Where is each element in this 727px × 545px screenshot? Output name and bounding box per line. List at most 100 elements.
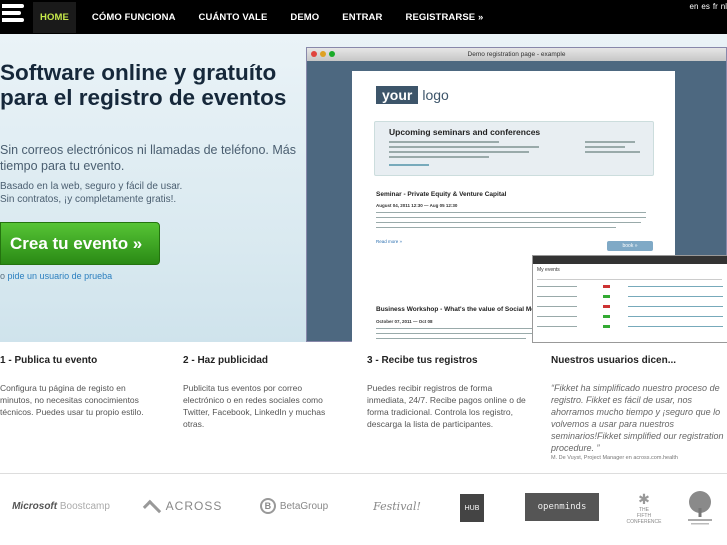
feature-3-title: 3 - Recibe tus registros bbox=[367, 355, 478, 366]
text-line bbox=[389, 146, 539, 148]
microsoft-boostcamp-logo: Microsoft Boostcamp bbox=[6, 486, 116, 526]
nav-how-it-works[interactable]: CÓMO FUNCIONA bbox=[92, 12, 176, 23]
text-line bbox=[537, 316, 577, 317]
text-line bbox=[537, 279, 722, 280]
hub-logo: HUB bbox=[460, 494, 484, 522]
hero-desc-line2: Sin contratos, ¡y completamente gratis!. bbox=[0, 194, 177, 205]
feature-publish: 1 - Publica tu evento Configura tu págin… bbox=[0, 355, 160, 418]
text-line bbox=[537, 326, 577, 327]
text-line bbox=[376, 222, 641, 223]
betagroup-icon: B bbox=[259, 498, 276, 514]
your-label: your bbox=[376, 86, 419, 104]
text-line bbox=[389, 164, 429, 166]
admin-screenshot: My events bbox=[532, 255, 727, 343]
betagroup-logo: B BetaGroup bbox=[254, 486, 334, 526]
logo-label: logo bbox=[422, 87, 449, 103]
demo-window-title: Demo registration page - example bbox=[467, 51, 566, 58]
demo-screenshot: Demo registration page - example your log… bbox=[306, 47, 727, 351]
openminds-text: openminds bbox=[537, 502, 587, 512]
text-line bbox=[389, 151, 529, 153]
nav-login[interactable]: ENTRAR bbox=[342, 12, 382, 23]
lang-en[interactable]: en bbox=[690, 2, 699, 11]
hub-text: HUB bbox=[464, 504, 480, 512]
text-line bbox=[537, 306, 577, 307]
text-line bbox=[376, 328, 536, 329]
feature-2-text: Publicita tus eventos por correo electró… bbox=[183, 383, 326, 429]
upcoming-heading: Upcoming seminars and conferences bbox=[389, 127, 541, 137]
divider bbox=[0, 473, 727, 474]
read-more-link[interactable]: Read more » bbox=[376, 239, 402, 244]
tree-logo bbox=[680, 488, 720, 528]
request-trial-user-link[interactable]: pide un usuario de prueba bbox=[8, 271, 113, 281]
seminar-1-title: Seminar - Private Equity & Venture Capit… bbox=[376, 191, 507, 198]
fikket-logo-icon[interactable] bbox=[2, 4, 24, 28]
text-line bbox=[628, 306, 723, 307]
text-line bbox=[628, 326, 723, 327]
feature-2-title: 2 - Haz publicidad bbox=[183, 355, 269, 366]
lang-es[interactable]: es bbox=[701, 2, 709, 11]
upcoming-box: Upcoming seminars and conferences bbox=[374, 121, 654, 176]
admin-topbar bbox=[533, 256, 727, 264]
nav-register[interactable]: REGISTRARSE » bbox=[405, 12, 483, 23]
demo-window-titlebar: Demo registration page - example bbox=[307, 48, 726, 61]
text-line bbox=[628, 286, 723, 287]
text-line bbox=[376, 333, 536, 334]
status-badge bbox=[603, 315, 610, 318]
fifth-conference-logo: ✱ THE FIFTH CONFERENCE bbox=[624, 490, 664, 526]
trial-prefix: o bbox=[0, 271, 6, 281]
openminds-logo: openminds bbox=[525, 493, 599, 521]
page: HOME CÓMO FUNCIONA CUÁNTO VALE DEMO ENTR… bbox=[0, 0, 727, 545]
betagroup-text: BetaGroup bbox=[279, 500, 329, 512]
figure-icon: ✱ bbox=[638, 491, 650, 507]
create-event-button[interactable]: Crea tu evento » bbox=[0, 222, 160, 265]
lang-fr[interactable]: fr bbox=[713, 2, 718, 11]
text-line bbox=[376, 212, 646, 213]
main-nav: HOME CÓMO FUNCIONA CUÁNTO VALE DEMO ENTR… bbox=[33, 0, 506, 34]
text-line bbox=[389, 141, 499, 143]
hero-desc-line1: Basado en la web, seguro y fácil de usar… bbox=[0, 181, 183, 192]
lang-nl[interactable]: nl bbox=[721, 2, 727, 11]
text-line bbox=[585, 146, 625, 148]
status-badge bbox=[603, 305, 610, 308]
feature-1-title: 1 - Publica tu evento bbox=[0, 355, 98, 366]
text-line bbox=[537, 296, 577, 297]
festival-text: Festival! bbox=[373, 499, 421, 513]
hero-description: Basado en la web, seguro y fácil de usar… bbox=[0, 180, 230, 206]
seminar-1-date: August 04, 2011 12:30 — Aug 05 12:30 bbox=[376, 203, 458, 208]
testimonial-title: Nuestros usuarios dicen... bbox=[551, 355, 677, 366]
text-line bbox=[376, 338, 526, 339]
nav-pricing[interactable]: CUÁNTO VALE bbox=[199, 12, 268, 23]
hero-title: Software online y gratuíto para el regis… bbox=[0, 60, 287, 110]
trial-link-line: o pide un usuario de prueba bbox=[0, 271, 112, 281]
text-line bbox=[376, 217, 646, 218]
nav-demo[interactable]: DEMO bbox=[290, 12, 319, 23]
feature-advertise: 2 - Haz publicidad Publicita tus eventos… bbox=[183, 355, 343, 430]
text-line bbox=[537, 286, 577, 287]
language-switcher: en es fr nl bbox=[690, 2, 727, 11]
feature-receive: 3 - Recibe tus registros Puedes recibir … bbox=[367, 355, 527, 430]
nav-home[interactable]: HOME bbox=[33, 1, 76, 33]
top-navbar: HOME CÓMO FUNCIONA CUÁNTO VALE DEMO ENTR… bbox=[0, 0, 727, 34]
testimonial-author: M. De Vuyst, Project Manager en across.c… bbox=[551, 455, 678, 461]
window-controls-icon bbox=[311, 51, 335, 57]
text-line bbox=[628, 296, 723, 297]
book-button[interactable]: book » bbox=[607, 241, 653, 251]
fifth-conference: CONFERENCE bbox=[626, 519, 662, 525]
text-line bbox=[628, 316, 723, 317]
testimonial-quote: “Fikket ha simplificado nuestro proceso … bbox=[551, 383, 724, 453]
feature-3-text: Puedes recibir registros de forma inmedi… bbox=[367, 383, 526, 429]
text-line bbox=[585, 141, 635, 143]
status-badge bbox=[603, 325, 610, 328]
tree-icon bbox=[688, 491, 712, 525]
hero-subtitle: Sin correos electrónicos ni llamadas de … bbox=[0, 143, 296, 173]
text-line bbox=[389, 156, 489, 158]
across-icon bbox=[142, 499, 161, 519]
across-logo: ACROSS bbox=[138, 486, 228, 526]
feature-1-text: Configura tu página de registo en minuto… bbox=[0, 383, 144, 417]
festival-logo: Festival! bbox=[364, 486, 430, 526]
across-text: ACROSS bbox=[165, 499, 223, 513]
status-badge bbox=[603, 295, 610, 298]
status-badge bbox=[603, 285, 610, 288]
seminar-2-date: October 07, 2011 — Oct 08 bbox=[376, 319, 433, 324]
microsoft-text: Microsoft bbox=[12, 500, 58, 512]
